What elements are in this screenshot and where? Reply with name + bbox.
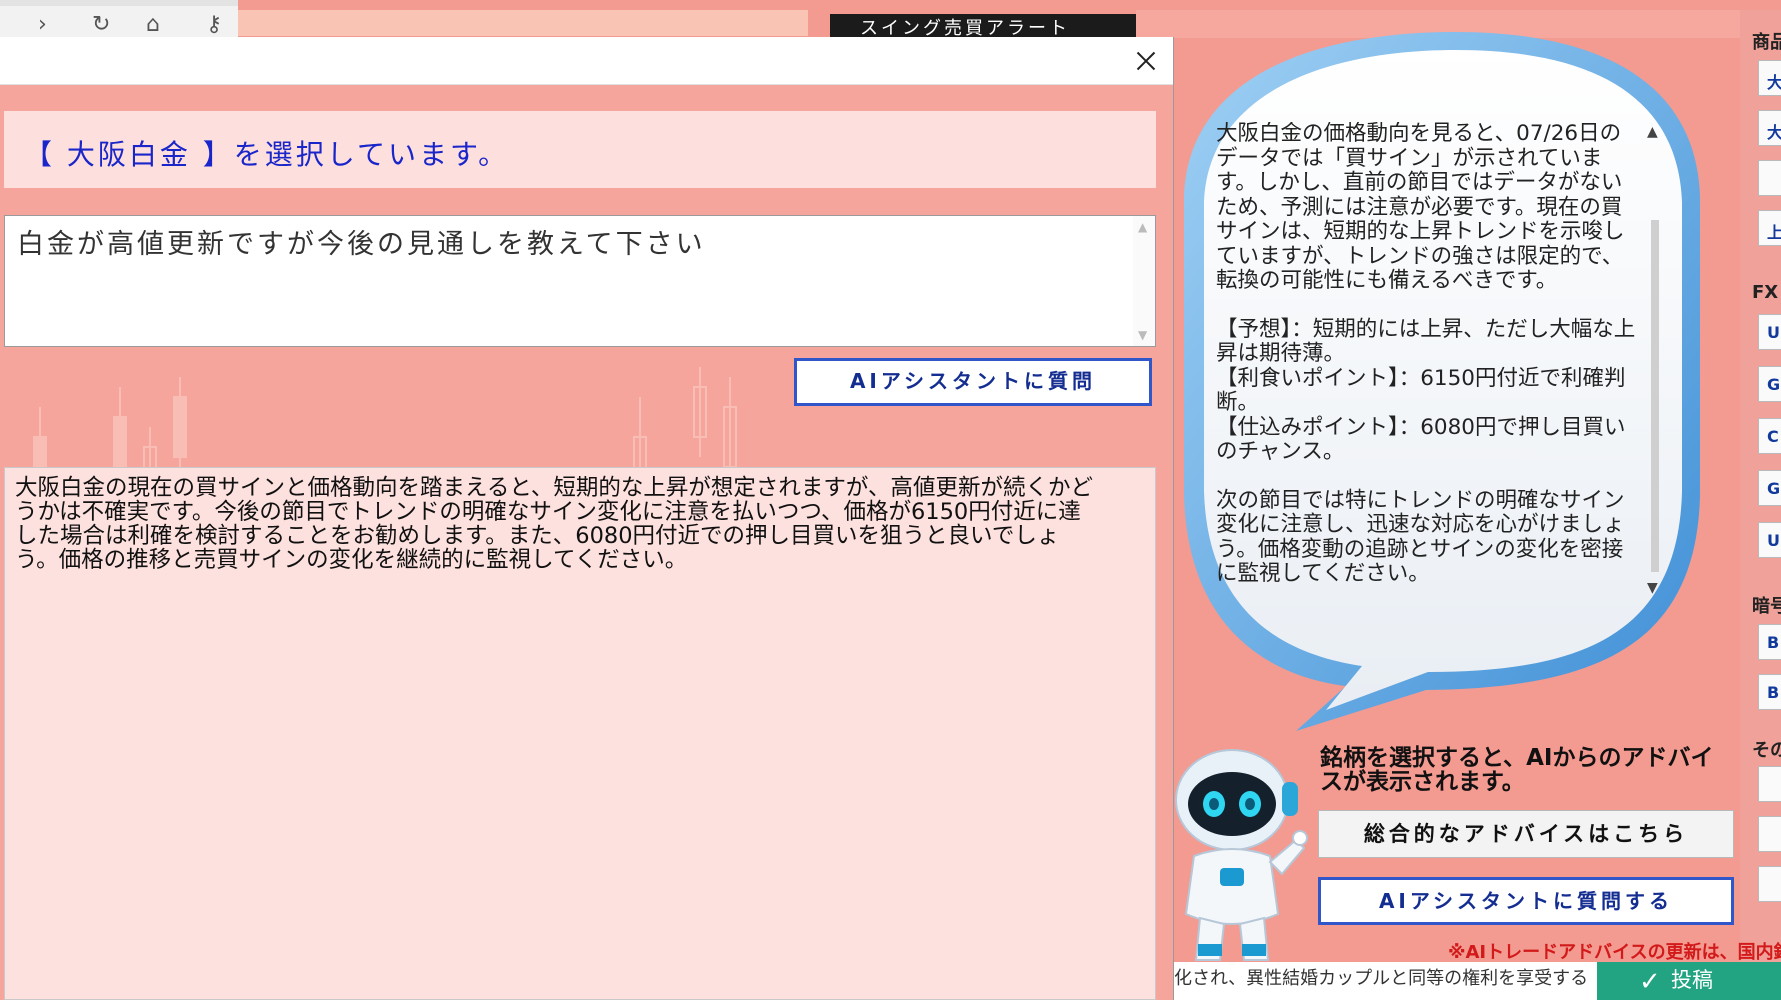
overall-advice-button[interactable]: 総合的なアドバイスはこちら <box>1318 810 1734 858</box>
sidebar-button[interactable] <box>1758 160 1781 196</box>
post-button[interactable]: ✓ 投稿 <box>1597 962 1781 1000</box>
sidebar-button[interactable]: G <box>1758 366 1781 402</box>
advice-scrollbar[interactable]: ▲ ▼ <box>1645 120 1665 596</box>
background-app-title: スイング売買アラート <box>830 14 1136 38</box>
sidebar-header-commodity: 商品 <box>1752 32 1781 53</box>
selected-symbol-text: 【 大阪白金 】を選択しています。 <box>24 138 510 171</box>
robot-mascot-icon <box>1175 749 1308 961</box>
sidebar-button[interactable] <box>1758 766 1781 802</box>
scroll-thumb[interactable] <box>1651 220 1659 572</box>
dialog-titlebar <box>0 37 1173 85</box>
back-icon[interactable]: › <box>38 12 47 37</box>
sidebar-button[interactable]: B <box>1758 624 1781 660</box>
key-icon[interactable]: ⚷ <box>206 12 222 37</box>
browser-toolbar-fragment: › ↻ ⌂ ⚷ <box>0 0 238 40</box>
sidebar-button[interactable]: G <box>1758 470 1781 506</box>
advice-speech-bubble: 大阪白金の価格動向を見ると、07/26日のデータでは「買サイン」が示されています… <box>1176 26 1724 736</box>
checkmark-icon: ✓ <box>1639 967 1661 997</box>
background-top-band <box>238 10 808 36</box>
sidebar-button[interactable]: U <box>1758 314 1781 350</box>
answer-output[interactable]: 大阪白金の現在の買サインと価格動向を踏まえると、短期的な上昇が想定されますが、高… <box>4 467 1156 1000</box>
sidebar-button[interactable] <box>1758 866 1781 902</box>
selection-banner: 【 大阪白金 】を選択しています。 <box>4 111 1156 188</box>
refresh-icon[interactable]: ↻ <box>92 12 110 37</box>
sidebar-button[interactable]: 上 <box>1758 210 1781 246</box>
category-sidebar: 商品 大 大 上 FX U G C G U 暗号 B B その <box>1740 10 1781 980</box>
ask-assistant-button[interactable]: AIアシスタントに質問する <box>1318 877 1734 925</box>
sidebar-header-fx: FX <box>1752 282 1779 303</box>
advice-paragraph: 大阪白金の価格動向を見ると、07/26日のデータでは「買サイン」が示されています… <box>1216 122 1625 293</box>
question-text: 白金が高値更新ですが今後の見通しを教えて下さい <box>17 229 706 260</box>
sidebar-button[interactable]: 大 <box>1758 60 1781 96</box>
sidebar-button[interactable]: B <box>1758 674 1781 710</box>
sidebar-header-other: その <box>1752 740 1781 761</box>
sidebar-button[interactable]: U <box>1758 522 1781 558</box>
sidebar-button[interactable] <box>1758 816 1781 852</box>
advice-paragraph: 次の節目では特にトレンドの明確なサイン変化に注意し、迅速な対応を心がけましょう。… <box>1216 487 1625 586</box>
browser-tabline <box>0 0 238 6</box>
background-article-text: 化され、異性結婚カップルと同等の権利を享受する <box>1174 962 1604 1000</box>
question-scrollbar[interactable]: ▲ ▼ <box>1133 216 1155 346</box>
sidebar-header-crypto: 暗号 <box>1752 596 1781 617</box>
sidebar-button[interactable]: C <box>1758 418 1781 454</box>
ai-assistant-dialog: 【 大阪白金 】を選択しています。 白金が高値更新ですが今後の見通しを教えて下さ… <box>0 37 1174 1000</box>
ask-ai-button[interactable]: AIアシスタントに質問 <box>794 358 1152 406</box>
advice-instructions: 銘柄を選択すると、AIからのアドバイスが表示されます。 <box>1320 745 1714 795</box>
sidebar-button[interactable]: 大 <box>1758 110 1781 146</box>
update-notice: ※AIトレードアドバイスの更新は、国内銘柄 <box>1448 942 1781 963</box>
question-input[interactable]: 白金が高値更新ですが今後の見通しを教えて下さい ▲ ▼ <box>4 215 1156 347</box>
home-icon[interactable]: ⌂ <box>146 12 160 37</box>
scroll-down-icon[interactable]: ▼ <box>1138 328 1147 342</box>
advice-paragraph: 【予想】：短期的には上昇、ただし大幅な上昇は期待薄。 【利食いポイント】：615… <box>1216 316 1636 464</box>
advice-text: 大阪白金の価格動向を見ると、07/26日のデータでは「買サイン」が示されています… <box>1216 122 1636 632</box>
answer-text: 大阪白金の現在の買サインと価格動向を踏まえると、短期的な上昇が想定されますが、高… <box>15 475 1093 573</box>
scroll-up-icon[interactable]: ▲ <box>1138 220 1147 234</box>
scroll-down-icon[interactable]: ▼ <box>1647 580 1658 596</box>
scroll-up-icon[interactable]: ▲ <box>1647 124 1658 140</box>
close-icon[interactable] <box>1132 47 1160 75</box>
